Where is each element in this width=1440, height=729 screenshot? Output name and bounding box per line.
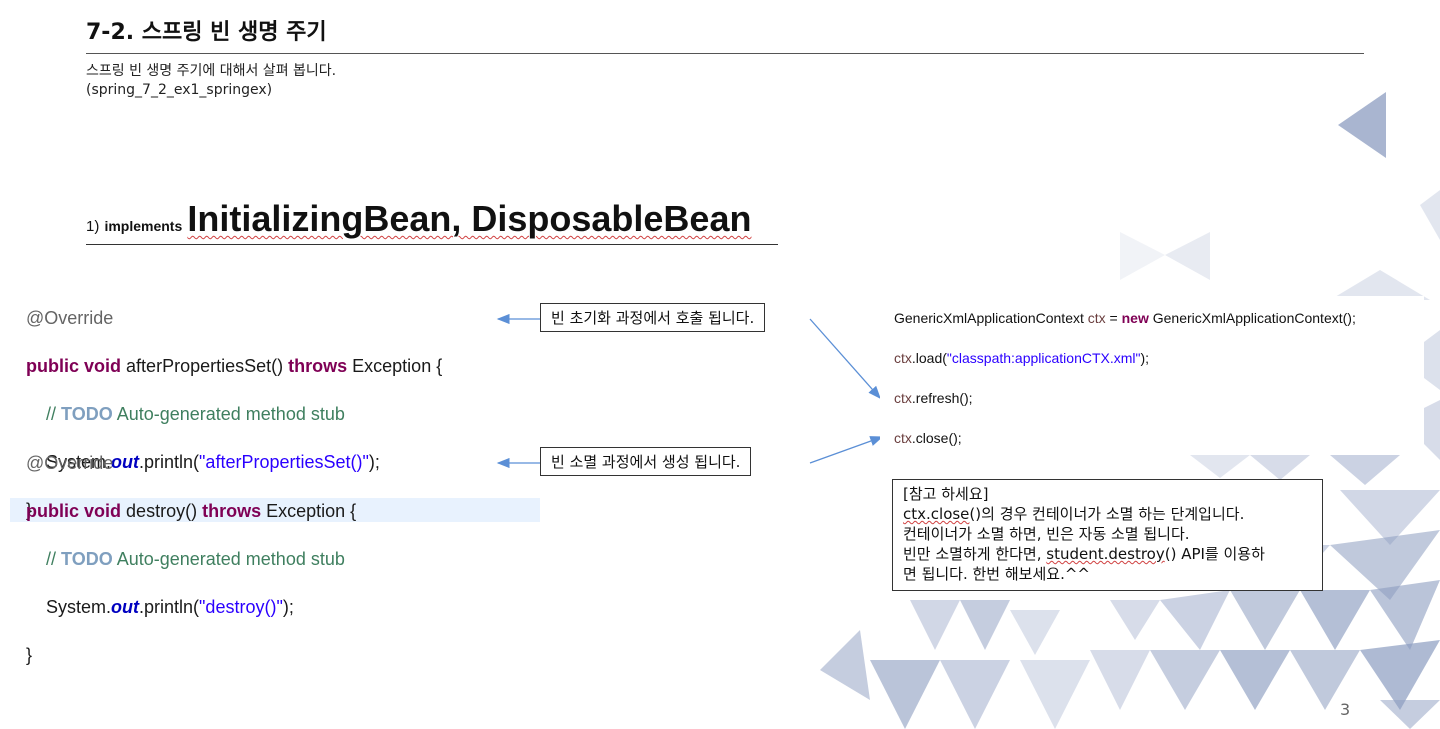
method-name: afterPropertiesSet() [126,356,284,376]
code-block-destroy: @Override public void destroy() throws E… [26,427,356,691]
system-class: System. [46,597,112,617]
comment-text: Auto-generated method stub [112,404,345,424]
slide-title: 7-2. 스프링 빈 생명 주기 [86,20,327,45]
method-name: destroy() [126,501,198,521]
note-line-3: 컨테이너가 소멸 하면, 빈은 자동 소멸 됩니다. [903,525,1190,543]
note-line-2: ctx.close()의 경우 컨테이너가 소멸 하는 단계입니다. [903,505,1245,523]
page-number: 3 [1340,700,1351,719]
section-keyword: implements [104,218,183,234]
out-field: out [111,597,140,617]
comment-text: Auto-generated method stub [112,549,345,569]
ctx-line-refresh: ctx.refresh(); [894,390,973,406]
todo-tag: TODO [61,404,113,424]
ctx-line-close: ctx.close(); [894,430,962,446]
section-interfaces: InitializingBean, DisposableBean [187,198,752,239]
println-call: .println( [139,597,200,617]
keyword-void: void [84,356,122,376]
ctx-line-load: ctx.load("classpath:applicationCTX.xml")… [894,350,1150,366]
subtitle-line-2: (spring_7_2_ex1_springex) [86,82,273,98]
section-heading: 1) implements InitializingBean, Disposab… [86,198,751,240]
callout-init: 빈 초기화 과정에서 호출 됩니다. [540,303,766,332]
override-annotation: @Override [26,453,114,473]
comment-prefix: // [46,549,62,569]
keyword-void: void [84,501,122,521]
keyword-throws: throws [202,501,262,521]
note-line-5: 면 됩니다. 한번 해보세요.^^ [903,565,1090,583]
ctx-line-create: GenericXmlApplicationContext ctx = new G… [894,310,1356,326]
note-box: [참고 하세요] ctx.close()의 경우 컨테이너가 소멸 하는 단계입… [892,479,1323,591]
comment-prefix: // [46,404,62,424]
todo-tag: TODO [61,549,113,569]
keyword-public: public [26,356,79,376]
close-paren: ); [282,597,294,617]
override-annotation: @Override [26,308,114,328]
close-brace: } [26,645,33,665]
string-literal: "destroy()" [199,597,283,617]
slide-subtitle: 스프링 빈 생명 주기에 대해서 살펴 봅니다. (spring_7_2_ex1… [86,62,336,100]
keyword-public: public [26,501,79,521]
subtitle-line-1: 스프링 빈 생명 주기에 대해서 살펴 봅니다. [86,63,337,79]
keyword-throws: throws [288,356,348,376]
section-number: 1) [86,218,100,235]
exception-type: Exception { [352,356,443,376]
callout-destroy: 빈 소멸 과정에서 생성 됩니다. [540,447,752,476]
title-divider [86,53,1364,54]
section-divider [86,244,778,245]
note-heading: [참고 하세요] [903,485,989,503]
exception-type: Exception { [266,501,357,521]
note-line-4: 빈만 소멸하게 한다면, student.destroy() API를 이용하 [903,545,1265,563]
close-paren: ); [368,452,380,472]
